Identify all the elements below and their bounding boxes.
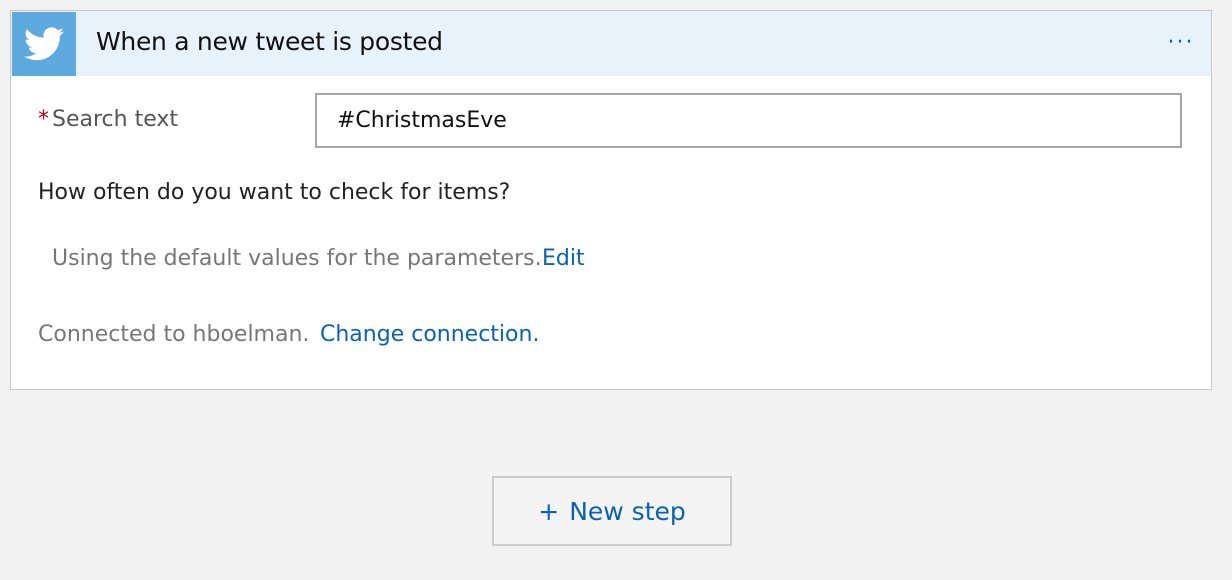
- trigger-title: When a new tweet is posted: [96, 27, 443, 56]
- twitter-logo-tile: [12, 12, 76, 76]
- connection-status-text: Connected to hboelman.: [38, 322, 310, 347]
- trigger-card: When a new tweet is posted ··· * Search t…: [10, 10, 1212, 390]
- search-text-input[interactable]: [315, 93, 1182, 148]
- required-asterisk: *: [38, 107, 49, 132]
- twitter-bird-icon: [24, 27, 64, 61]
- plus-icon: +: [538, 496, 560, 526]
- more-options-button[interactable]: ···: [1161, 29, 1201, 57]
- search-text-label-text: Search text: [52, 107, 178, 132]
- default-values-text: Using the default values for the paramet…: [52, 246, 542, 271]
- change-connection-link[interactable]: Change connection.: [320, 322, 539, 347]
- search-text-label: * Search text: [38, 107, 178, 132]
- frequency-heading: How often do you want to check for items…: [38, 180, 511, 205]
- new-step-label: New step: [569, 496, 686, 526]
- trigger-header[interactable]: When a new tweet is posted ···: [11, 11, 1211, 76]
- edit-parameters-link[interactable]: Edit: [542, 246, 585, 271]
- new-step-button[interactable]: + New step: [492, 476, 732, 546]
